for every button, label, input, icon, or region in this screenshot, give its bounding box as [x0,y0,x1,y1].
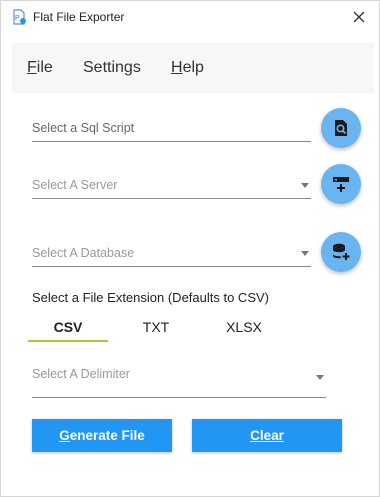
clear-button[interactable]: Clear [192,419,342,452]
menu-help[interactable]: Help [171,59,204,77]
menu-help-label: elp [182,59,204,76]
add-server-icon [333,177,349,192]
add-server-button[interactable] [321,164,361,204]
flat-file-icon: P [13,9,26,25]
title-bar: P Flat File Exporter [1,1,379,33]
generate-label: enerate File [69,428,145,443]
delimiter-placeholder: Select A Delimiter [32,367,130,381]
svg-text:P: P [15,15,20,22]
tab-xlsx[interactable]: XLSX [204,319,284,335]
chevron-down-icon [301,251,309,256]
tab-csv[interactable]: CSV [28,319,108,335]
generate-access-key: G [59,428,70,443]
add-database-icon [333,243,350,260]
generate-file-button[interactable]: Generate File [32,419,172,452]
add-database-button[interactable] [321,232,361,272]
chevron-down-icon [316,375,324,380]
chevron-down-icon [301,183,309,188]
menu-help-access-key: H [171,59,183,76]
clear-access-key: C [250,428,260,443]
window-title: Flat File Exporter [33,10,125,24]
sql-script-field[interactable]: Select a Sql Script [32,121,311,142]
browse-sql-button[interactable] [321,108,361,148]
close-icon [353,11,365,23]
selected-tab-indicator [28,340,108,342]
database-placeholder: Select A Database [32,246,135,260]
menu-file-label: ile [36,59,53,76]
tab-txt[interactable]: TXT [116,319,196,335]
menu-file-access-key: F [27,59,37,76]
file-extension-tabs: CSV TXT XLSX [28,313,328,343]
menu-settings[interactable]: Settings [83,59,141,77]
close-button[interactable] [349,7,369,27]
database-select[interactable]: Select A Database [32,246,311,267]
server-placeholder: Select A Server [32,178,118,192]
server-select[interactable]: Select A Server [32,178,311,199]
menu-file[interactable]: File [27,59,53,77]
clear-label: lear [259,428,284,443]
sql-script-placeholder: Select a Sql Script [32,121,135,135]
search-file-icon [335,120,347,136]
app-window: P Flat File Exporter File Settings Help … [0,0,380,497]
file-extension-label: Select a File Extension (Defaults to CSV… [32,290,269,305]
delimiter-select[interactable]: Select A Delimiter [32,367,326,398]
menu-bar: File Settings Help [12,43,374,93]
